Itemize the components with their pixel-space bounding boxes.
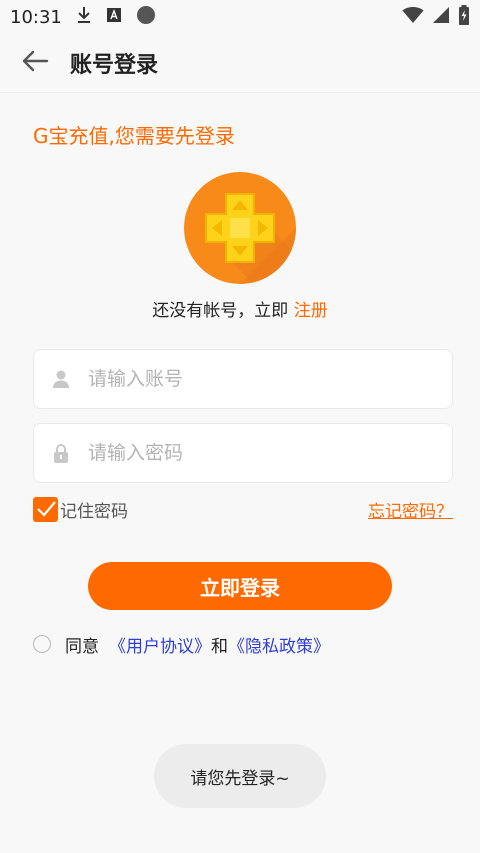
register-link[interactable]: 注册 [294,301,328,321]
page-title: 账号登录 [70,53,159,78]
arrow-left-icon [21,49,49,77]
app-logo [184,172,296,284]
status-right [402,4,470,30]
agree-radio[interactable] [33,635,51,653]
privacy-policy-link[interactable]: 《隐私政策》 [228,632,330,657]
back-button[interactable] [0,34,70,92]
user-icon [52,368,70,390]
font-a-icon [106,7,122,28]
toast-message: 请您先登录~ [154,744,326,808]
record-icon [136,5,156,30]
remember-password[interactable]: 记住密码 [33,496,128,522]
signal-icon [432,6,450,29]
check-icon [36,501,56,517]
app-bar: 账号登录 [0,34,480,93]
login-hint: G宝充值,您需要先登录 [33,124,235,148]
agree-and: 和 [211,636,228,657]
account-input[interactable] [86,367,410,391]
status-left: 10:31 [10,5,156,30]
download-icon [76,6,92,29]
account-field[interactable] [33,349,453,409]
battery-charging-icon [458,4,470,30]
remember-checkbox[interactable] [33,496,58,522]
user-agreement-link[interactable]: 《用户协议》 [109,632,211,657]
password-input[interactable] [86,441,410,465]
password-field[interactable] [33,423,453,483]
register-row: 还没有帐号，立即 注册 [0,296,480,321]
wifi-icon [402,6,424,29]
lock-icon [52,442,70,464]
register-prefix: 还没有帐号，立即 [152,301,294,321]
remember-row: 记住密码 忘记密码？ [33,495,453,523]
agree-label: 同意 [65,636,99,657]
remember-label: 记住密码 [60,501,128,522]
agreement-row: 同意 《用户协议》 和 《隐私政策》 [33,631,330,657]
login-button[interactable]: 立即登录 [88,562,392,610]
gamepad-cross-icon [205,193,296,284]
forgot-password-link[interactable]: 忘记密码？ [368,497,453,522]
status-time: 10:31 [10,6,62,28]
status-bar: 10:31 [0,0,480,34]
